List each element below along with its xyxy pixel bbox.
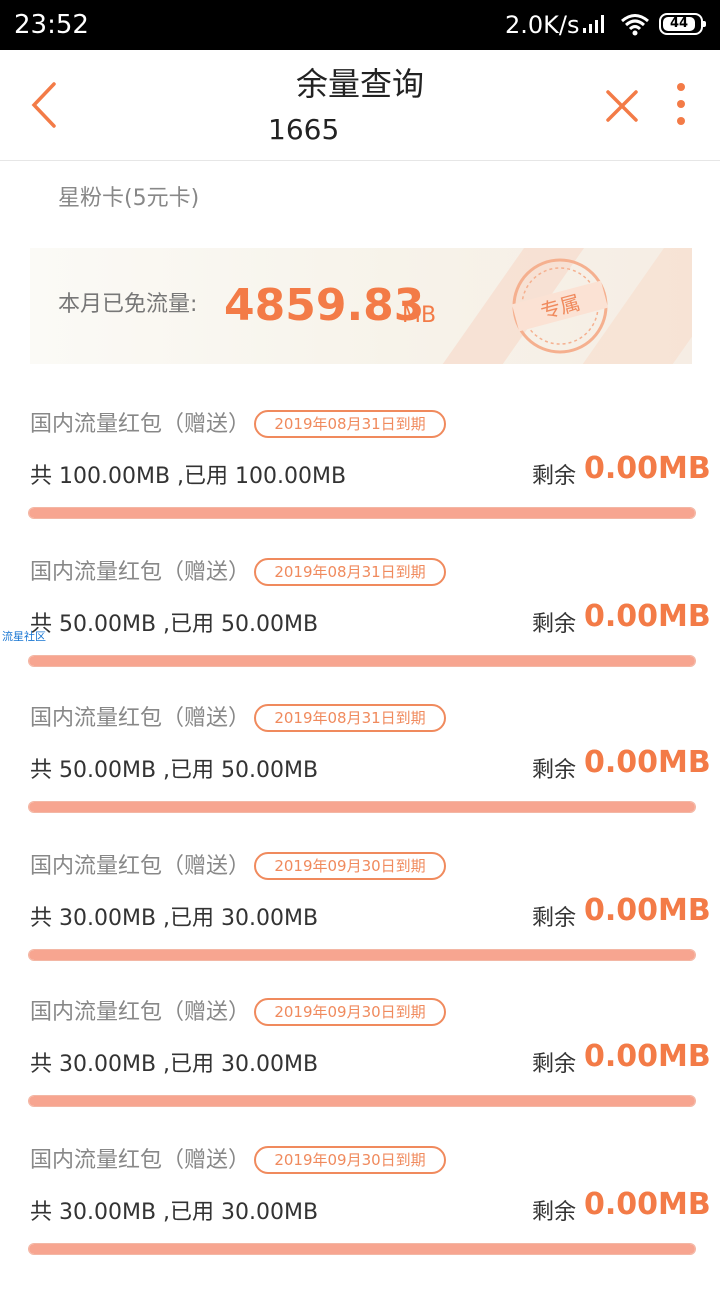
network-speed: 2.0K/s: [505, 11, 580, 39]
free-traffic-banner: 本月已免流量: 4859.83 MB 专属: [30, 248, 692, 364]
expiry-badge: 2019年09月30日到期: [254, 852, 446, 880]
remain-value: 0.00MB: [584, 893, 711, 928]
remain-label: 剩余: [532, 906, 577, 931]
remain-value: 0.00MB: [584, 1187, 711, 1222]
list-item: 国内流量红包（赠送） 2019年08月31日到期共 100.00MB ,已用 10…: [0, 410, 720, 556]
list-item: 国内流量红包（赠送） 2019年08月31日到期共 50.00MB ,已用 50.…: [0, 704, 720, 850]
list-item: 国内流量红包（赠送） 2019年09月30日到期共 30.00MB ,已用 30.…: [0, 1146, 720, 1292]
expiry-badge: 2019年09月30日到期: [254, 998, 446, 1026]
close-button[interactable]: [600, 84, 644, 128]
more-vertical-icon: [677, 83, 685, 125]
plan-name: 星粉卡(5元卡): [58, 186, 200, 211]
battery-icon: 44: [659, 13, 706, 35]
list-item: 国内流量红包（赠送） 2019年09月30日到期共 30.00MB ,已用 30.…: [0, 852, 720, 998]
usage-progress-bar: [29, 1096, 695, 1106]
expiry-badge: 2019年08月31日到期: [254, 558, 446, 586]
app-header: 余量查询 1665: [0, 50, 720, 161]
free-traffic-label: 本月已免流量:: [58, 292, 198, 317]
package-usage-text: 共 30.00MB ,已用 30.00MB: [30, 906, 319, 931]
package-usage-text: 共 100.00MB ,已用 100.00MB: [30, 464, 347, 489]
remain-label: 剩余: [532, 464, 577, 489]
package-title: 国内流量红包（赠送）: [30, 1000, 251, 1025]
battery-level: 44: [663, 17, 695, 31]
remain-value: 0.00MB: [584, 745, 711, 780]
package-usage-text: 共 30.00MB ,已用 30.00MB: [30, 1052, 319, 1077]
stamp-text: 专属: [538, 290, 583, 324]
usage-progress-bar: [29, 508, 695, 518]
package-title: 国内流量红包（赠送）: [30, 1148, 251, 1173]
remain-label: 剩余: [532, 1200, 577, 1225]
usage-progress-fill: [29, 950, 695, 960]
usage-progress-fill: [29, 1244, 695, 1254]
expiry-badge: 2019年08月31日到期: [254, 704, 446, 732]
free-traffic-unit: MB: [402, 303, 437, 328]
wifi-icon: [620, 13, 650, 41]
usage-progress-fill: [29, 508, 695, 518]
status-bar: 23:52 2.0K/s 44: [0, 0, 720, 50]
remain-label: 剩余: [532, 758, 577, 783]
remain-value: 0.00MB: [584, 1039, 711, 1074]
remain-value: 0.00MB: [584, 599, 711, 634]
usage-progress-bar: [29, 656, 695, 666]
signal-icon: [582, 14, 608, 38]
phone-number: 1665: [268, 113, 340, 146]
package-title: 国内流量红包（赠送）: [30, 560, 251, 585]
package-title: 国内流量红包（赠送）: [30, 706, 251, 731]
usage-progress-bar: [29, 1244, 695, 1254]
package-usage-text: 共 50.00MB ,已用 50.00MB: [30, 612, 319, 637]
more-menu-button[interactable]: [666, 80, 696, 130]
usage-progress-fill: [29, 656, 695, 666]
usage-progress-fill: [29, 802, 695, 812]
list-item: 国内流量红包（赠送） 2019年09月30日到期共 30.00MB ,已用 30.…: [0, 998, 720, 1144]
package-title: 国内流量红包（赠送）: [30, 412, 251, 437]
usage-progress-bar: [29, 802, 695, 812]
status-time: 23:52: [14, 10, 89, 40]
remain-label: 剩余: [532, 1052, 577, 1077]
list-item: 国内流量红包（赠送） 2019年08月31日到期共 50.00MB ,已用 50.…: [0, 558, 720, 704]
usage-progress-fill: [29, 1096, 695, 1106]
expiry-badge: 2019年08月31日到期: [254, 410, 446, 438]
package-usage-text: 共 50.00MB ,已用 50.00MB: [30, 758, 319, 783]
remain-label: 剩余: [532, 612, 577, 637]
package-usage-text: 共 30.00MB ,已用 30.00MB: [30, 1200, 319, 1225]
remain-value: 0.00MB: [584, 451, 711, 486]
free-traffic-value: 4859.83: [224, 280, 425, 331]
package-title: 国内流量红包（赠送）: [30, 854, 251, 879]
close-icon: [606, 90, 638, 122]
usage-progress-bar: [29, 950, 695, 960]
watermark-text: 流星社区: [2, 630, 46, 643]
expiry-badge: 2019年09月30日到期: [254, 1146, 446, 1174]
exclusive-stamp-icon: 专属: [511, 258, 609, 354]
